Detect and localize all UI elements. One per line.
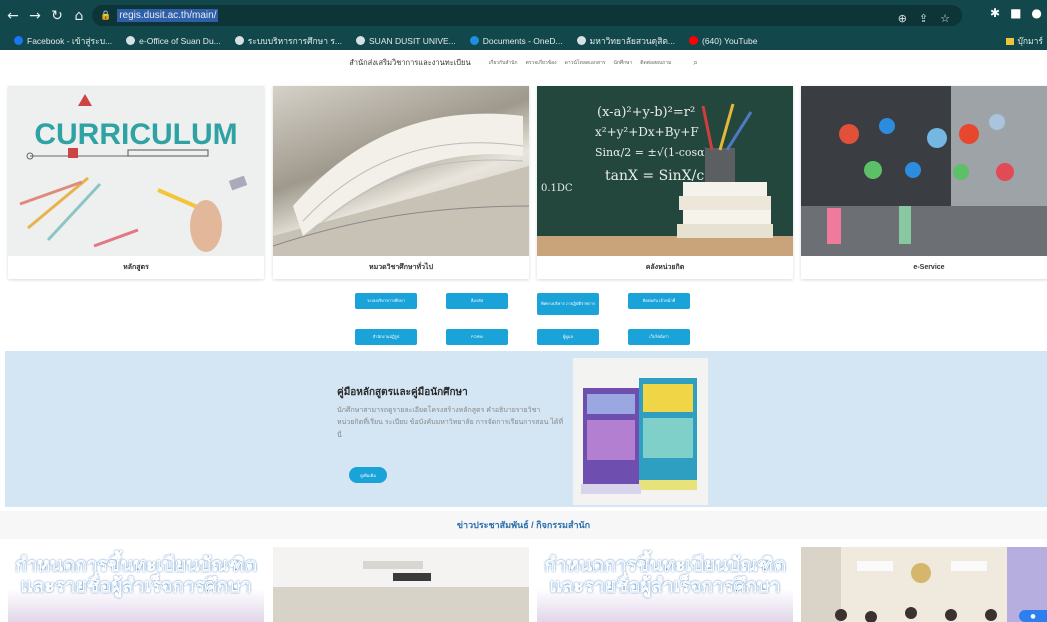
nav-link-students[interactable]: นักศึกษา [613,59,632,67]
nav-link-contact[interactable]: ติดต่อสอบถาม [640,59,671,67]
handbook-title: คู่มือหลักสูตรและคู่มือนักศึกษา [337,387,468,398]
card-curriculum[interactable]: CURRICULUM หลักสูตร [8,86,264,279]
handbook-more-button[interactable]: ดูเพิ่มเติม [349,467,387,483]
chat-widget-button[interactable]: ● [1019,610,1047,622]
bookmark-favicon-icon [126,36,136,45]
extensions: ✱ ■ ● [990,6,1042,20]
url-field[interactable]: 🔒 regis.dusit.ac.th/main/ ⊕ ⇪ ☆ [92,5,962,26]
bookmark-label: Documents - OneD... [482,35,563,46]
bookmark-favicon-icon [14,36,23,45]
bookmark-item[interactable]: (640) YouTube [689,36,757,46]
search-icon[interactable]: ⌕ [693,58,697,68]
button-form[interactable]: FORM [446,329,508,345]
bookmark-favicon-icon [689,36,698,45]
bookmark-item[interactable]: e-Office of Suan Du... [126,36,221,46]
news-heading: ข่าวประชาสัมพันธ์ / กิจกรรมสำนัก [0,511,1047,539]
button-contact-staff[interactable]: ติดต่อกับ เจ้าหน้าที่ [628,293,690,309]
bookmark-item[interactable]: Documents - OneD... [469,35,563,46]
button-admin[interactable]: ผู้ดูแล [537,329,599,345]
button-admin-direction[interactable]: ทิศทางบริหาร ภาปฏิบัติราชการ [537,293,599,315]
card-credit-bank[interactable]: (x-a)²+y-b)²=r² x²+y²+Dx+By+F Sinα/2 = ±… [537,86,793,279]
card-caption: หมวดวิชาศึกษาทั่วไป [368,264,434,271]
bookmark-item[interactable]: มหาวิทยาลัยสวนดุสิต... [576,34,675,48]
extensions-icon[interactable]: ✱ [990,6,1000,20]
news-card[interactable]: กำหนดการขึ้นทะเบียนบัณฑิต และรายชื่อผู้ส… [537,547,793,622]
chalk-formula: tanX = SinX/cos [605,168,720,184]
handbook-description: นักศึกษาสามารถดูรายละเอียดโครงสร้างหลักส… [337,407,564,439]
handbook-cover-image [573,358,708,505]
news-banner-text: กำหนดการขึ้นทะเบียนบัณฑิต และรายชื่อผู้ส… [544,555,786,598]
bookmark-item[interactable]: ระบบบริหารการศึกษา ร... [234,34,343,48]
bookmark-item[interactable]: Facebook - เข้าสู่ระบ... [14,34,112,48]
button-old-website[interactable]: เว็บไซต์เก่า [628,329,690,345]
chalk-formula: x²+y²+Dx+By+F [595,125,699,139]
chalk-formula: 0.1DC [541,183,573,194]
back-icon[interactable]: ← [4,8,22,24]
bookmark-label: SUAN DUSIT UNIVE... [369,35,456,46]
folder-icon [1005,37,1014,45]
bookmark-label: มหาวิทยาลัยสวนดุสิต... [589,35,675,46]
site-title[interactable]: สำนักส่งเสริมวิชาการและงานทะเบียน [349,57,470,69]
button-education-system[interactable]: ระบบบริหารการศึกษา [355,293,417,309]
bookmark-item[interactable]: SUAN DUSIT UNIVE... [356,36,456,46]
site-navbar: สำนักส่งเสริมวิชาการและงานทะเบียน เกี่ยว… [0,50,1047,76]
browser-window: ← → ↻ ⌂ 🔒 regis.dusit.ac.th/main/ ⊕ ⇪ ☆ … [0,0,1047,622]
meeting-image [801,547,1047,622]
chalk-formula: Sinα/2 = ±√(1-cosα) [595,146,709,159]
bookmarks-bar: Facebook - เข้าสู่ระบ... e-Office of Suan… [0,31,1047,50]
omnibox-actions: ⊕ ⇪ ☆ [898,12,950,25]
profile-icon[interactable]: ● [1031,6,1041,20]
nav-link-about[interactable]: เกี่ยวกับสำนัก [489,59,518,67]
e-service-image [801,86,1047,256]
news-banner-text: กำหนดการขึ้นทะเบียนบัณฑิต และรายชื่อผู้ส… [15,555,257,598]
zoom-icon[interactable]: ⊕ [898,12,907,25]
bookmark-label: ระบบบริหารการศึกษา ร... [247,35,343,46]
nav-link-related[interactable]: ตรวจเกี่ยวข้อง [526,59,557,67]
books-image [273,86,529,256]
news-card[interactable] [273,547,529,622]
forward-icon[interactable]: → [26,8,44,24]
chalkboard-image: (x-a)²+y-b)²=r² x²+y²+Dx+By+F Sinα/2 = ±… [537,86,793,256]
address-bar: ← → ↻ ⌂ 🔒 regis.dusit.ac.th/main/ ⊕ ⇪ ☆ … [0,0,1047,31]
button-reform-office[interactable]: สำนักงานปฏิรูป [355,329,417,345]
nav-link-download[interactable]: ดาวน์โหลดเอกสาร [565,59,606,67]
card-general-education[interactable]: หมวดวิชาศึกษาทั่วไป [273,86,529,279]
bookmark-favicon-icon [469,36,479,45]
bookmark-favicon-icon [234,36,244,45]
chalk-formula: (x-a)²+y-b)²=r² [597,105,695,120]
curriculum-image: CURRICULUM [8,86,264,256]
star-icon[interactable]: ☆ [940,12,950,25]
room-image [273,547,529,622]
bookmark-label: (640) YouTube [702,35,758,46]
bookmark-folder[interactable]: บุ๊กมาร์ [1005,34,1043,48]
window-icon[interactable]: ■ [1010,6,1021,20]
news-card[interactable] [801,547,1047,622]
card-caption: e-Service [913,264,945,271]
button-forgot-password[interactable]: ลืมรหัส [446,293,508,309]
bookmark-favicon-icon [576,36,586,45]
share-icon[interactable]: ⇪ [919,12,928,25]
card-caption: คลังหน่วยกิต [645,264,685,271]
feature-cards: CURRICULUM หลักสูตร หมวดวิชาศึกษาทั่วไป … [8,86,1047,279]
bookmark-label: Facebook - เข้าสู่ระบ... [27,35,113,46]
bookmark-folder-label: บุ๊กมาร์ [1017,36,1043,46]
lock-icon: 🔒 [100,10,112,21]
home-icon[interactable]: ⌂ [70,8,88,24]
curriculum-image-text: CURRICULUM [34,118,237,151]
bookmark-label: e-Office of Suan Du... [139,35,221,46]
bookmark-favicon-icon [356,36,366,45]
card-caption: หลักสูตร [123,264,149,271]
card-e-service[interactable]: e-Service [801,86,1047,279]
reload-icon[interactable]: ↻ [48,8,66,24]
url-text[interactable]: regis.dusit.ac.th/main/ [117,9,219,22]
news-card[interactable]: กำหนดการขึ้นทะเบียนบัณฑิต และรายชื่อผู้ส… [8,547,264,622]
